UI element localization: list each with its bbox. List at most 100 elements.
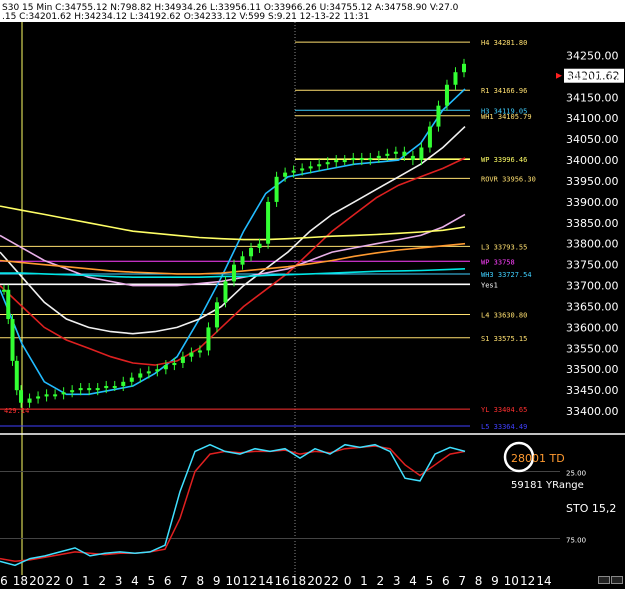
price-candle xyxy=(351,157,356,161)
pivot-level-label: L5 33364.49 xyxy=(481,423,527,431)
x-axis-tick-label: 9 xyxy=(491,574,499,588)
price-candle xyxy=(180,356,185,363)
price-candle xyxy=(53,394,58,397)
y-axis-tick-label: 33500.00 xyxy=(566,363,619,376)
price-candle xyxy=(223,281,228,303)
x-axis-tick-label: 7 xyxy=(180,574,188,588)
price-candle xyxy=(19,390,24,403)
pivot-level-label: H4 34281.80 xyxy=(481,39,527,47)
pivot-level-label: WH3 33727.54 xyxy=(481,271,532,279)
price-candle xyxy=(61,392,66,395)
y-axis-tick-label: 33450.00 xyxy=(566,384,619,397)
price-candle xyxy=(427,126,432,148)
price-candle xyxy=(214,302,219,328)
price-candle xyxy=(78,388,83,391)
price-candle xyxy=(410,155,415,161)
price-candle xyxy=(257,243,262,248)
price-candle xyxy=(419,147,424,161)
minimize-button[interactable] xyxy=(598,576,610,584)
price-candle xyxy=(197,350,202,353)
x-axis-tick-label: 10 xyxy=(504,574,519,588)
yrange-label: 59181 YRange xyxy=(511,480,584,491)
pivot-level-label: WP 33758 xyxy=(481,258,515,266)
moving-average-line xyxy=(0,126,466,335)
price-candle xyxy=(436,105,441,127)
price-candle xyxy=(87,388,92,391)
moving-average-line xyxy=(0,88,466,396)
price-candle xyxy=(462,63,466,73)
x-axis-tick-label: 1 xyxy=(82,574,90,588)
price-candle xyxy=(393,151,398,154)
price-candle xyxy=(138,373,143,378)
price-candle xyxy=(2,289,6,292)
x-axis-tick-label: 20 xyxy=(307,574,322,588)
y-axis-tick-label: 34150.00 xyxy=(566,91,619,104)
x-axis-tick-label: 16 xyxy=(275,574,290,588)
y-axis-tick-label: 34200.00 xyxy=(566,70,619,83)
td-value-label: 28001 TD xyxy=(511,452,565,465)
x-axis-tick-label: 0 xyxy=(344,574,352,588)
y-axis-tick-label: 33600.00 xyxy=(566,321,619,334)
x-axis-tick-label: 0 xyxy=(66,574,74,588)
price-candle xyxy=(206,327,211,351)
x-axis-tick-label: 14 xyxy=(258,574,273,588)
x-axis-tick-label: 8 xyxy=(475,574,483,588)
price-candle xyxy=(44,394,49,397)
price-candle xyxy=(121,381,126,386)
price-candle xyxy=(10,319,15,361)
y-axis-tick-label: 33800.00 xyxy=(566,238,619,251)
y-axis-tick-label: 33850.00 xyxy=(566,217,619,230)
price-candle xyxy=(112,385,117,388)
x-axis-tick-label: 18 xyxy=(13,574,28,588)
x-axis-tick-label: 10 xyxy=(225,574,240,588)
y-axis-tick-label: 34100.00 xyxy=(566,112,619,125)
pivot-level-label: WH1 34105.79 xyxy=(481,113,532,121)
x-axis-tick-label: 2 xyxy=(377,574,385,588)
price-candle xyxy=(163,365,168,370)
price-candle xyxy=(291,170,296,173)
price-candle xyxy=(317,164,322,167)
stoch-tick-label: 75.00 xyxy=(566,537,586,545)
left-level-label: 429.14 xyxy=(4,407,29,415)
price-candle xyxy=(240,256,245,265)
price-candle xyxy=(300,168,305,171)
price-candle xyxy=(232,264,236,282)
price-candle xyxy=(249,247,254,257)
price-chart[interactable]: .15 C:34201.62 H:34234.12 L:34192.62 O:3… xyxy=(0,0,625,589)
price-candle xyxy=(146,371,151,374)
stoch-tick-label: 25.00 xyxy=(566,470,586,478)
y-axis-tick-label: 33550.00 xyxy=(566,342,619,355)
pivot-level-label: R1 34166.96 xyxy=(481,87,527,95)
y-axis-tick-label: 33700.00 xyxy=(566,280,619,293)
price-candle xyxy=(325,162,330,165)
pivot-level-label: WP 33996.46 xyxy=(481,156,527,164)
x-axis-tick-label: 18 xyxy=(291,574,306,588)
price-candle xyxy=(342,160,347,163)
price-candle xyxy=(376,155,381,158)
pivot-level-label: YL 33404.65 xyxy=(481,406,527,414)
stoch-k-line xyxy=(0,443,466,567)
x-axis-tick-label: 4 xyxy=(131,574,139,588)
stoch-name-label: STO 15,2 xyxy=(566,502,616,515)
price-candle xyxy=(359,157,364,161)
price-candle xyxy=(129,377,134,382)
pivot-level-label: S1 33575.15 xyxy=(481,335,527,343)
x-axis-tick-label: 5 xyxy=(147,574,155,588)
y-axis-tick-label: 33750.00 xyxy=(566,259,619,272)
pivot-level-label: Yes1 xyxy=(481,281,498,289)
moving-average-line xyxy=(0,205,466,241)
subheader-text: .15 C:34201.62 H:34234.12 L:34192.62 O:3… xyxy=(2,12,369,22)
y-axis-tick-label: 33400.00 xyxy=(566,405,619,418)
y-axis-tick-label: 34250.00 xyxy=(566,49,619,62)
maximize-button[interactable] xyxy=(611,576,623,584)
x-axis-tick-label: 6 xyxy=(0,574,8,588)
x-axis-tick-label: 14 xyxy=(536,574,551,588)
y-axis-tick-label: 33950.00 xyxy=(566,175,619,188)
price-candle xyxy=(95,388,100,391)
y-axis-tick-label: 34000.00 xyxy=(566,154,619,167)
price-candle xyxy=(104,385,109,389)
pivot-level-label: L3 33793.55 xyxy=(481,243,527,251)
x-axis-tick-label: 20 xyxy=(29,574,44,588)
y-axis-tick-label: 34050.00 xyxy=(566,133,619,146)
x-axis-tick-label: 8 xyxy=(197,574,205,588)
